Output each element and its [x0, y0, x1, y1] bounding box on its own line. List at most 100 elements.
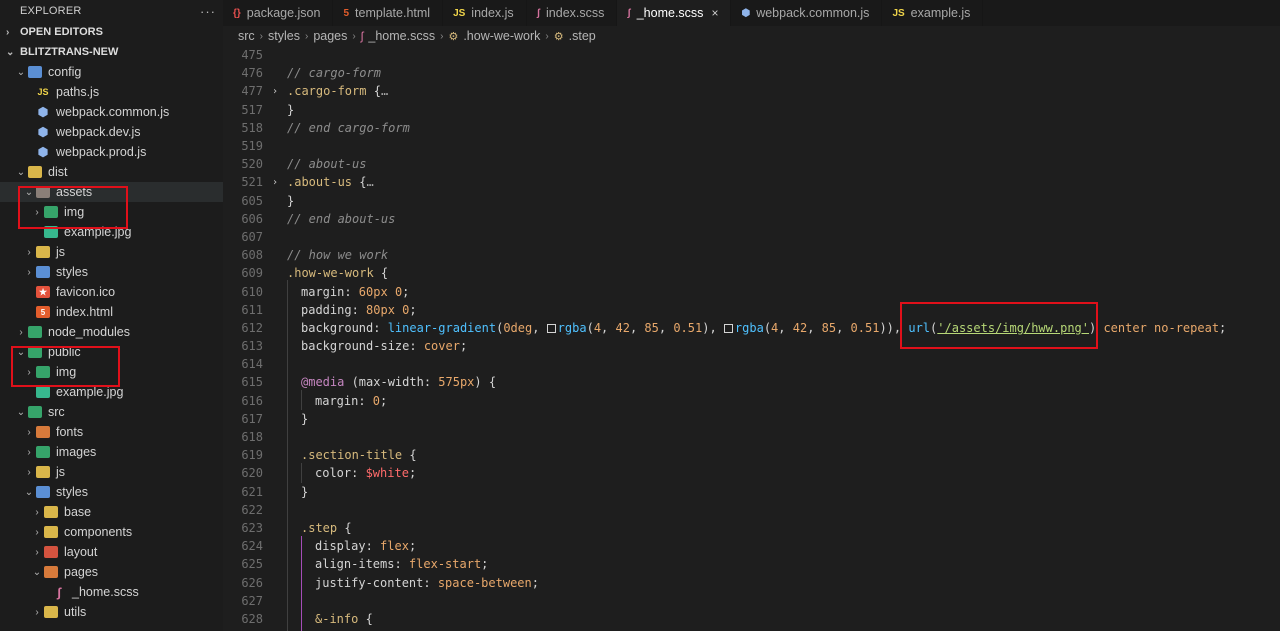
color-swatch[interactable]: [723, 323, 733, 333]
code-text: .how-we-work {: [287, 266, 388, 280]
chevron-down-icon: ⌄: [16, 166, 26, 178]
tree-folder[interactable]: › js: [0, 462, 223, 482]
code-text: // cargo-form: [287, 66, 381, 80]
line-number: 520: [241, 157, 263, 172]
tree-file[interactable]: ⬢ webpack.common.js: [0, 102, 223, 122]
editor-tab[interactable]: 5 template.html: [333, 0, 444, 26]
code-line: 606 // end about-us: [223, 210, 1280, 228]
editor-tab[interactable]: JS example.js: [882, 0, 984, 26]
chevron-right-icon: ›: [35, 546, 39, 558]
code-line: 624 display: flex;: [223, 537, 1280, 555]
breadcrumb-symbol-step[interactable]: .step: [569, 29, 596, 43]
tree-item-label: webpack.common.js: [56, 105, 170, 119]
code-text: background-size: cover;: [287, 339, 467, 353]
tree-folder[interactable]: › node_modules: [0, 322, 223, 342]
line-number: 475: [241, 48, 263, 63]
folder-icon: [36, 426, 50, 438]
tree-folder[interactable]: › base: [0, 502, 223, 522]
tree-file[interactable]: 5 index.html: [0, 302, 223, 322]
tree-folder[interactable]: ⌄ src: [0, 402, 223, 422]
tree-item-label: js: [56, 245, 66, 259]
fold-chevron-icon[interactable]: ›: [263, 177, 287, 188]
close-icon[interactable]: ×: [711, 6, 718, 20]
more-actions-icon[interactable]: ···: [193, 4, 223, 19]
code-editor[interactable]: 475 476// cargo-form 477 › .cargo-form {… 517…: [223, 46, 1280, 631]
tab-label: _home.scss: [636, 6, 704, 20]
tree-folder[interactable]: ⌄ styles: [0, 482, 223, 502]
folder-icon: [44, 526, 58, 538]
symbol-class-icon: ⚙: [448, 30, 459, 43]
code-text: }: [287, 103, 294, 117]
code-token: 0.51: [673, 320, 703, 335]
tree-folder[interactable]: › layout: [0, 542, 223, 562]
breadcrumb-pages[interactable]: pages: [313, 29, 347, 43]
code-token: ;: [409, 302, 417, 317]
editor-tab[interactable]: JS index.js: [443, 0, 527, 26]
tree-file[interactable]: ⬢ webpack.prod.js: [0, 142, 223, 162]
line-number: 609: [241, 266, 263, 281]
tree-folder[interactable]: › styles: [0, 262, 223, 282]
code-text: // how we work: [287, 248, 388, 262]
tree-folder[interactable]: ⌄ dist: [0, 162, 223, 182]
explorer-header: EXPLORER ···: [0, 0, 223, 22]
fold-chevron-icon[interactable]: ›: [263, 86, 287, 97]
code-text: display: flex;: [287, 539, 416, 553]
color-swatch[interactable]: [546, 323, 556, 333]
tree-file[interactable]: JS paths.js: [0, 82, 223, 102]
folder-icon: [36, 446, 50, 458]
tree-file[interactable]: ★ favicon.ico: [0, 282, 223, 302]
code-text: }: [287, 194, 294, 208]
code-text: }: [287, 412, 308, 426]
tree-item-label: styles: [56, 265, 88, 279]
code-token: {: [373, 266, 389, 281]
breadcrumb-src[interactable]: src: [238, 29, 255, 43]
chevron-down-icon: ⌄: [24, 486, 34, 498]
breadcrumb-file[interactable]: _home.scss: [368, 29, 435, 43]
open-editors-section[interactable]: › OPEN EDITORS: [0, 22, 223, 42]
code-line: 615 @media (max-width: 575px) {: [223, 373, 1280, 391]
tree-item-label: webpack.dev.js: [56, 125, 141, 139]
tree-folder[interactable]: › fonts: [0, 422, 223, 442]
chevron-right-icon: ›: [6, 26, 10, 38]
editor-tab[interactable]: {} package.json: [223, 0, 334, 26]
tree-folder[interactable]: ⌄ config: [0, 62, 223, 82]
tree-folder[interactable]: › utils: [0, 602, 223, 622]
editor-tab[interactable]: ⬢ webpack.common.js: [731, 0, 883, 26]
code-text: .step {: [287, 521, 352, 535]
line-number: 521: [241, 175, 263, 190]
tree-folder[interactable]: › js: [0, 242, 223, 262]
line-number: 607: [241, 229, 263, 244]
highlight-box-public: [11, 346, 120, 387]
editor-tab[interactable]: ʃ _home.scss ×: [617, 0, 732, 26]
tree-item-label: example.jpg: [56, 385, 124, 399]
line-number: 611: [241, 302, 263, 317]
folder-icon: [44, 546, 58, 558]
code-token: }: [287, 193, 295, 208]
code-token: 60px: [358, 284, 388, 299]
code-token: ,: [836, 320, 851, 335]
tab-file-icon: JS: [892, 7, 905, 19]
file-tree: ⌄ config JS paths.js ⬢ webpack.common.js ⬢ webp…: [0, 62, 223, 622]
javascript-file-icon: JS: [37, 87, 49, 97]
tree-folder[interactable]: › components: [0, 522, 223, 542]
tree-folder[interactable]: › images: [0, 442, 223, 462]
code-text: .about-us {…: [287, 175, 374, 189]
indent-guide: [301, 390, 302, 410]
tree-file[interactable]: ⬢ webpack.dev.js: [0, 122, 223, 142]
favicon-file-icon: ★: [36, 286, 50, 298]
breadcrumb-styles[interactable]: styles: [268, 29, 300, 43]
line-number: 623: [241, 520, 263, 535]
line-number: 626: [241, 575, 263, 590]
code-line: 519: [223, 137, 1280, 155]
editor-tab[interactable]: ʃ index.scss: [527, 0, 618, 26]
project-section[interactable]: ⌄ BLITZTRANS-NEW: [0, 42, 223, 62]
code-token: ,: [807, 320, 822, 335]
breadcrumb-symbol-how-we-work[interactable]: .how-we-work: [463, 29, 540, 43]
tree-folder[interactable]: ⌄ pages: [0, 562, 223, 582]
chevron-right-icon: ›: [35, 526, 39, 538]
tree-file[interactable]: ʃ _home.scss: [0, 582, 223, 602]
code-token: color:: [315, 466, 366, 481]
code-token: margin:: [315, 393, 373, 408]
code-token: rgba: [734, 320, 764, 335]
